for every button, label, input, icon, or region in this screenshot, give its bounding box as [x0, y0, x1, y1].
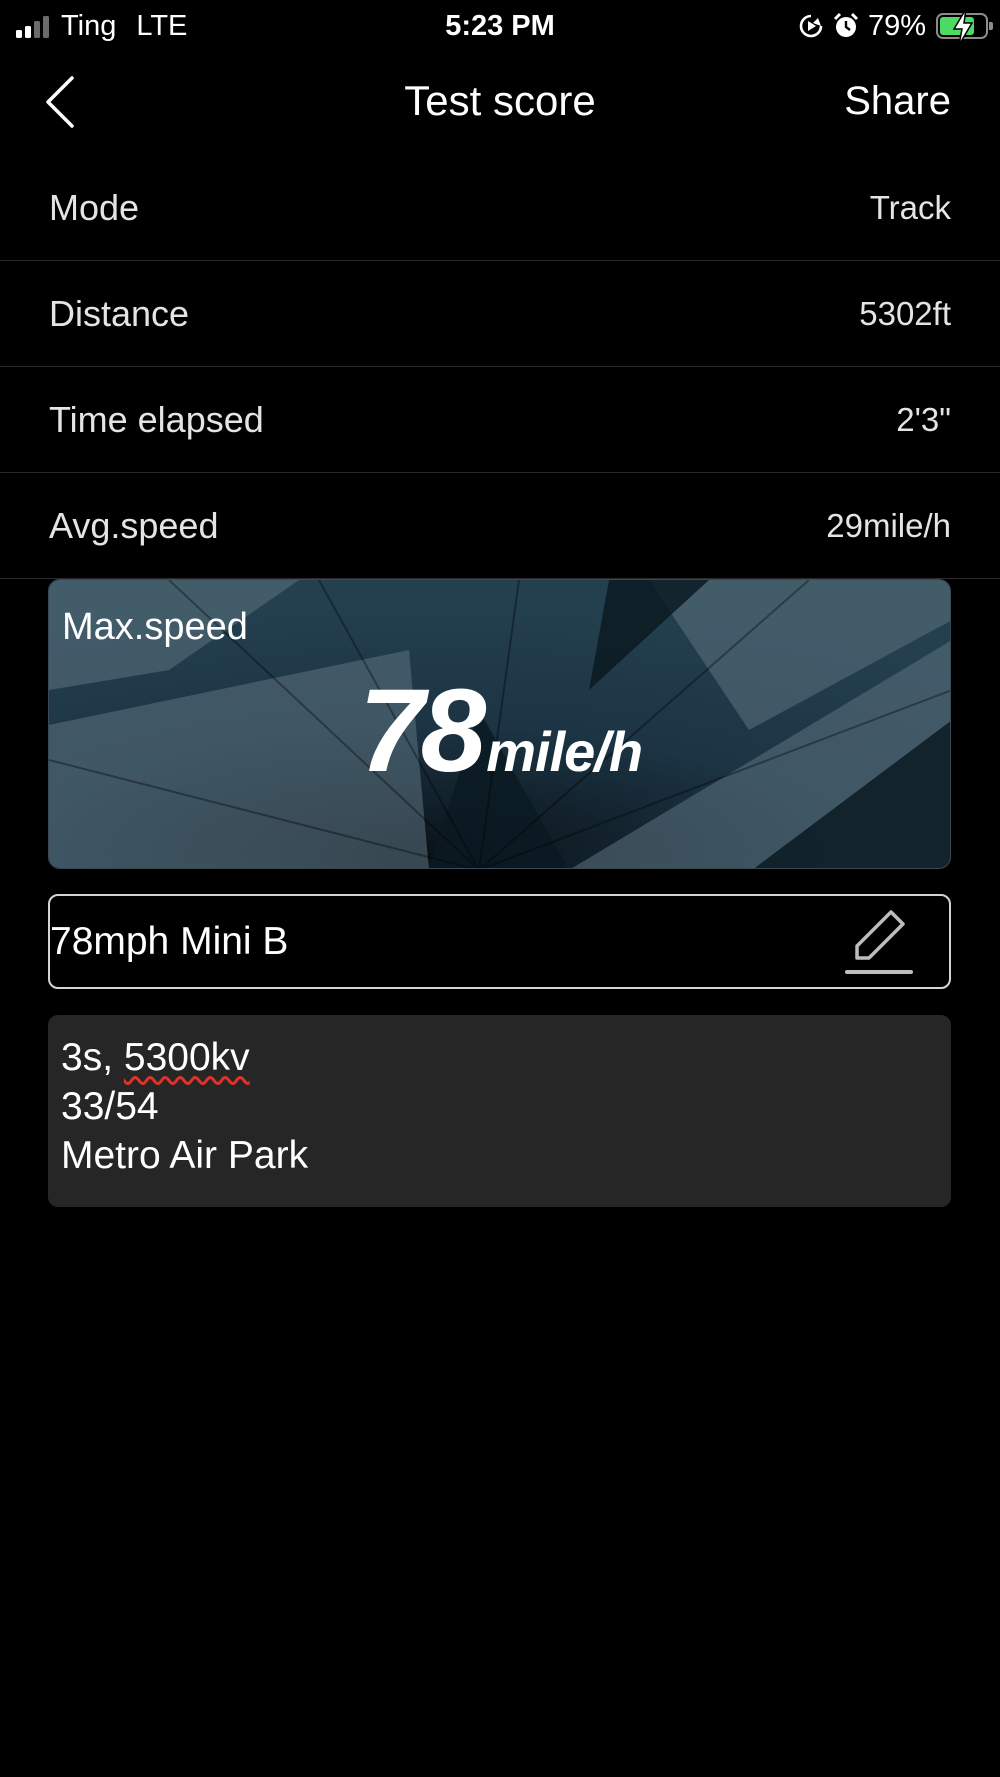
row-label: Mode: [49, 187, 140, 228]
row-value: 2'3": [896, 401, 951, 438]
max-speed-value: 78: [358, 665, 486, 797]
row-label: Time elapsed: [49, 399, 264, 440]
test-score-screen: Ting LTE 5:23 PM 79% Test score Share Mo…: [0, 0, 1000, 1777]
status-right: 79%: [798, 8, 993, 45]
info-row-time-elapsed: Time elapsed 2'3": [0, 367, 1000, 473]
battery-percentage: 79%: [867, 9, 926, 42]
info-row-avg-speed: Avg.speed 29mile/h: [0, 473, 1000, 579]
info-row-mode: Mode Track: [0, 155, 1000, 261]
notes-line-1-prefix: 3s,: [61, 1036, 124, 1079]
screen-rotation-lock-icon: [799, 14, 823, 38]
alarm-icon: [833, 12, 859, 37]
info-row-distance: Distance 5302ft: [0, 261, 1000, 367]
pencil-edit-icon[interactable]: [843, 906, 915, 980]
share-button[interactable]: Share: [844, 76, 951, 126]
row-value: Track: [869, 189, 951, 226]
max-speed-card: Max.speed 78mile/h: [48, 579, 951, 869]
battery-charging-icon: [936, 9, 993, 45]
row-value: 29mile/h: [826, 507, 951, 544]
run-name-text[interactable]: 78mph Mini B: [50, 896, 288, 987]
navigation-bar: Test score Share: [0, 56, 1000, 146]
notes-line-2: 33/54: [61, 1085, 159, 1128]
max-speed-unit: mile/h: [486, 720, 643, 783]
run-name-field[interactable]: 78mph Mini B: [48, 894, 951, 989]
max-speed-reading: 78mile/h: [49, 672, 950, 790]
row-label: Avg.speed: [49, 505, 219, 546]
status-bar: Ting LTE 5:23 PM 79%: [0, 0, 1000, 52]
notes-line-3: Metro Air Park: [61, 1134, 309, 1177]
notes-text-area[interactable]: 3s, 5300kv 33/54 Metro Air Park: [48, 1015, 951, 1207]
notes-line-1: 3s, 5300kv: [61, 1036, 250, 1079]
row-value: 5302ft: [859, 295, 951, 332]
row-label: Distance: [49, 293, 190, 334]
notes-misspelled-word: 5300kv: [123, 1036, 250, 1079]
max-speed-label: Max.speed: [62, 606, 248, 648]
